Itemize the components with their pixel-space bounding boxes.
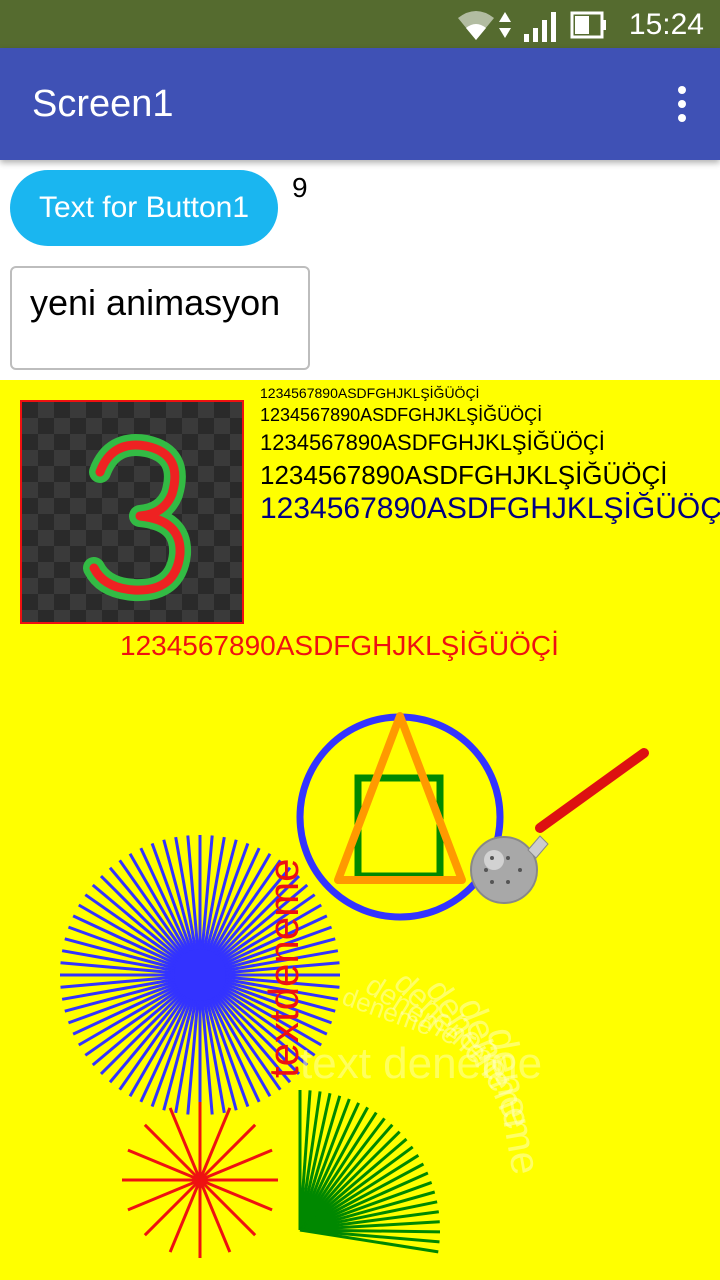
text-box-input[interactable]	[30, 282, 308, 324]
app-bar: Screen1	[0, 48, 720, 160]
more-vert-icon[interactable]	[672, 84, 692, 124]
button1[interactable]: Text for Button1	[10, 170, 278, 246]
red-star	[122, 1102, 278, 1258]
arc-text: text deneme	[300, 1039, 542, 1088]
green-fan	[298, 1090, 441, 1254]
canvas-drawing: denemedenemedenemedenemedenemedeneme tex…	[60, 712, 649, 1258]
star-ray	[143, 1178, 202, 1237]
star-ray	[198, 1178, 257, 1237]
blue-circle	[296, 713, 504, 921]
screen-title: Screen1	[32, 83, 174, 125]
wifi-icon	[458, 11, 494, 40]
battery-icon	[570, 11, 606, 39]
counter-label: 9	[292, 172, 308, 203]
blue-dot	[174, 949, 226, 1001]
text-box[interactable]	[10, 266, 310, 370]
star-ray	[198, 1123, 257, 1182]
signal-icon	[524, 12, 556, 42]
star-ray	[143, 1123, 202, 1182]
status-time: 15:24	[628, 8, 704, 41]
drawing-canvas[interactable]: 1234567890ASDFGHJKLŞİĞÜÖÇİ 1234567890ASD…	[0, 380, 720, 1280]
data-arrows-icon	[499, 12, 511, 38]
status-bar: 15:24	[0, 0, 720, 48]
